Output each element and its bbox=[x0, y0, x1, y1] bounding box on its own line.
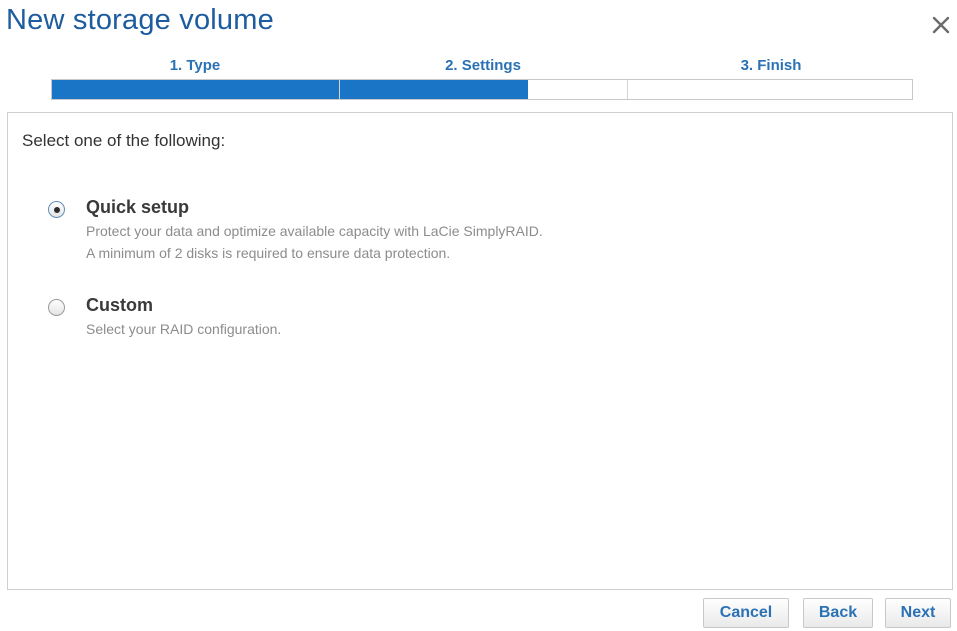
quick-setup-requirement: A minimum of 2 disks is required to ensu… bbox=[86, 245, 451, 261]
progress-divider bbox=[627, 80, 628, 99]
quick-setup-description: Protect your data and optimize available… bbox=[86, 223, 543, 239]
quick-setup-title: Quick setup bbox=[86, 197, 190, 217]
selection-prompt: Select one of the following: bbox=[22, 131, 226, 150]
next-button[interactable]: Next bbox=[885, 598, 951, 628]
progress-divider bbox=[339, 80, 340, 99]
option-quick-setup[interactable]: Quick setup Protect your data and optimi… bbox=[48, 197, 708, 263]
step-finish-label: 3. Finish bbox=[740, 57, 802, 74]
custom-title: Custom bbox=[86, 295, 153, 315]
custom-description: Select your RAID configuration. bbox=[86, 321, 282, 337]
step-type-label: 1. Type bbox=[169, 57, 221, 74]
radio-dot bbox=[53, 206, 60, 213]
progress-fill bbox=[52, 80, 528, 99]
back-button[interactable]: Back bbox=[803, 598, 873, 628]
option-custom[interactable]: Custom Select your RAID configuration. bbox=[48, 295, 408, 339]
cancel-button[interactable]: Cancel bbox=[703, 598, 789, 628]
content-panel: Select one of the following: Quick setup… bbox=[7, 112, 953, 590]
step-settings-label: 2. Settings bbox=[445, 57, 521, 74]
quick-setup-radio[interactable] bbox=[48, 201, 65, 218]
wizard-progress-bar bbox=[51, 79, 913, 100]
dialog-title: New storage volume bbox=[6, 4, 274, 36]
custom-radio[interactable] bbox=[48, 299, 65, 316]
close-icon[interactable] bbox=[928, 12, 954, 38]
